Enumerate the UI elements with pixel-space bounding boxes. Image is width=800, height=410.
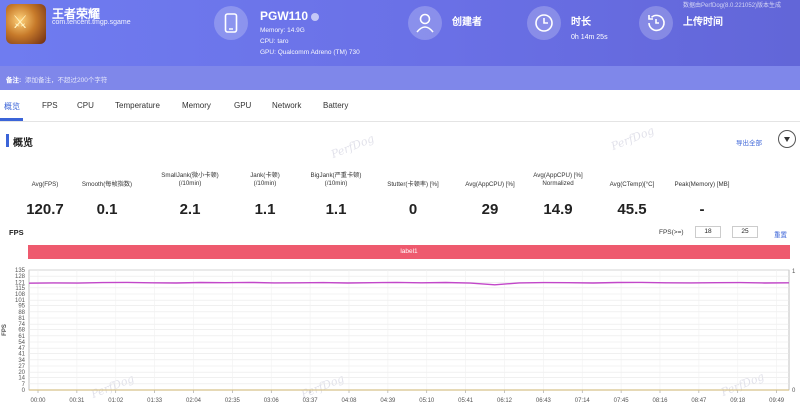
x-tick-label: 09:18 [730,398,746,404]
tab-gpu[interactable]: GPU [234,101,251,110]
duration-label: 时长 [571,17,591,28]
fps-max-input[interactable]: 25 [732,226,758,238]
x-tick-label: 01:02 [108,398,124,404]
y-tick-label: 14 [18,376,25,382]
y-tick-label: 108 [15,292,26,298]
tab-temperature[interactable]: Temperature [115,101,160,110]
tab-network[interactable]: Network [272,101,301,110]
tab-fps[interactable]: FPS [42,101,58,110]
x-tick-label: 03:06 [264,398,280,404]
report-header: ⚔ 王者荣耀 com.tencent.tmgp.sgame 数据由PerfDog… [0,0,800,66]
history-icon [639,6,673,40]
metric-value: 45.5 [617,201,647,218]
x-tick-label: 04:08 [341,398,357,404]
metric-value: 0.1 [96,201,118,218]
y-tick-label: 7 [22,382,26,388]
tab-memory[interactable]: Memory [182,101,211,110]
y-tick-label: 81 [18,316,25,322]
x-tick-label: 07:45 [614,398,630,404]
y-tick-label: 54 [18,340,25,346]
y-tick-label: 88 [18,310,25,316]
upload-time-label: 上传时间 [683,17,723,28]
y-tick-label: 121 [15,280,26,286]
y-tick-label: 27 [18,364,25,370]
fps-chart[interactable]: 0714202734414754616874818895101108115121… [0,262,800,410]
metric-value: 1.1 [254,201,276,218]
x-tick-label: 02:35 [225,398,241,404]
fps-min-input[interactable]: 18 [695,226,721,238]
metric-value: 1.1 [325,201,347,218]
y-axis-name: FPS [2,324,8,336]
section-marker [6,134,9,147]
export-all-link[interactable]: 导出全部 [736,137,762,147]
x-tick-label: 08:16 [652,398,668,404]
generator-note: 数据由PerfDog(8.0.221052)版本生成 [683,3,782,9]
y-tick-label: 115 [15,286,25,292]
x-tick-label: 09:49 [769,398,785,404]
y-tick-label: 101 [15,298,26,304]
phone-icon [214,6,248,40]
fps-filter-label: FPS(>=) [659,229,684,236]
reset-link[interactable]: 重置 [774,229,787,239]
active-tab-indicator [0,118,23,121]
metric-value: 2.1 [179,201,201,218]
y-tick-label: 47 [18,346,25,352]
tab-battery[interactable]: Battery [323,101,348,110]
device-gpu: GPU: Qualcomm Adreno (TM) 730 [260,49,360,56]
y-tick-label: 74 [18,322,25,328]
y-tick-label: 95 [18,304,25,310]
x-tick-label: 00:00 [30,398,46,404]
right-y-tick-label: 1 [792,269,796,275]
app-icon: ⚔ [6,4,46,44]
x-tick-label: 01:33 [147,398,163,404]
chart-title: FPS [9,228,24,237]
x-tick-label: 04:39 [380,398,396,404]
tab-overview[interactable]: 概览 [4,101,20,112]
collapse-button[interactable] [778,130,796,148]
x-tick-label: 06:43 [536,398,552,404]
y-tick-label: 61 [18,334,25,340]
remark-bar: 备注: 添加备注，不超过200个字符 [0,66,800,90]
app-package: com.tencent.tmgp.sgame [52,19,131,26]
x-tick-label: 02:04 [186,398,202,404]
metric-value: 14.9 [543,201,573,218]
info-icon[interactable] [311,12,320,21]
device-cpu: CPU: taro [260,38,289,45]
section-title: 概览 [13,138,33,149]
metric-value: - [699,201,705,218]
clock-icon [527,6,561,40]
user-icon [408,6,442,40]
y-tick-label: 0 [22,388,26,394]
x-tick-label: 05:10 [419,398,435,404]
x-tick-label: 07:14 [575,398,591,404]
metric-label: Peak(Memory) [MB] [674,181,730,188]
y-tick-label: 128 [15,274,26,280]
y-tick-label: 20 [18,370,25,376]
duration-value: 0h 14m 25s [571,34,608,41]
watermark: PerfDog [609,124,657,153]
remark-input[interactable]: 添加备注，不超过200个字符 [25,74,107,84]
label-bar[interactable]: label1 [28,245,790,259]
device-memory: Memory: 14.9G [260,27,305,34]
x-tick-label: 03:37 [303,398,319,404]
metric-value: 0 [408,201,418,218]
watermark: PerfDog [329,132,377,161]
tab-cpu[interactable]: CPU [77,101,94,110]
y-tick-label: 68 [18,328,25,334]
y-tick-label: 135 [15,268,26,274]
series-line-fps [28,281,790,286]
x-tick-label: 08:47 [691,398,707,404]
device-name: PGW110 [260,9,320,23]
y-tick-label: 34 [18,358,25,364]
tab-bar: 概览 FPS CPU Temperature Memory GPU Networ… [0,90,800,122]
x-tick-label: 06:12 [497,398,513,404]
remark-label: 备注: [6,77,22,84]
creator-label: 创建者 [452,17,482,28]
x-tick-label: 05:41 [458,398,474,404]
right-y-tick-label: 0 [792,388,796,394]
y-tick-label: 41 [18,352,25,358]
x-tick-label: 00:31 [69,398,85,404]
